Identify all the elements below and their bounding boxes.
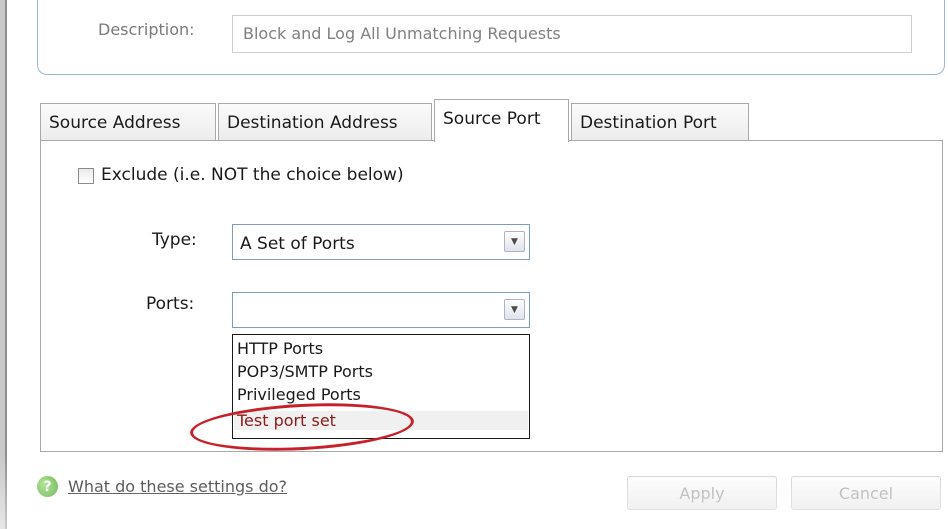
tab-source-address[interactable]: Source Address — [40, 103, 216, 141]
tab-source-port[interactable]: Source Port — [434, 99, 569, 142]
cancel-button[interactable]: Cancel — [791, 476, 941, 510]
type-label: Type: — [152, 230, 197, 250]
help-question-icon[interactable]: ? — [37, 476, 58, 497]
type-select-value: A Set of Ports — [240, 234, 355, 254]
ports-option-privileged[interactable]: Privileged Ports — [237, 385, 361, 404]
description-field[interactable]: Block and Log All Unmatching Requests — [232, 15, 912, 53]
tab-destination-port[interactable]: Destination Port — [571, 103, 749, 141]
type-select[interactable]: A Set of Ports ▼ — [232, 224, 530, 260]
ports-option-http[interactable]: HTTP Ports — [237, 339, 323, 358]
ports-label: Ports: — [146, 294, 195, 314]
exclude-label[interactable]: Exclude (i.e. NOT the choice below) — [101, 165, 404, 185]
exclude-checkbox[interactable] — [78, 168, 94, 184]
chevron-down-icon[interactable]: ▼ — [504, 231, 525, 252]
ports-select[interactable]: ▼ — [232, 292, 530, 328]
help-link[interactable]: What do these settings do? — [68, 477, 287, 496]
ports-option-pop3-smtp[interactable]: POP3/SMTP Ports — [237, 362, 373, 381]
description-label: Description: — [98, 20, 195, 39]
chevron-down-icon[interactable]: ▼ — [504, 299, 525, 320]
window-edge-shadow — [5, 0, 7, 529]
tab-destination-address[interactable]: Destination Address — [218, 103, 432, 141]
apply-button[interactable]: Apply — [627, 476, 777, 510]
